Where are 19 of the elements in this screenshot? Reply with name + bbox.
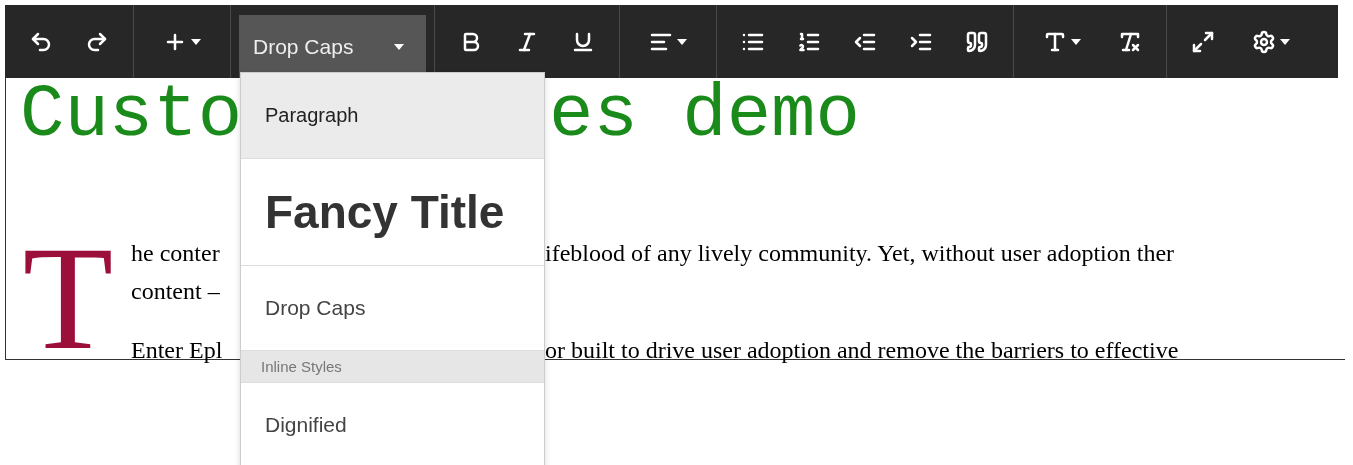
body-text: he conter [130,239,221,268]
fullscreen-icon [1191,29,1215,54]
heading-text: es demo [548,78,861,153]
caret-icon [1071,38,1081,45]
menu-section-header: Inline Styles [241,351,544,383]
caret-icon [191,38,201,45]
settings-icon [1252,29,1276,54]
menu-item[interactable]: Paragraph [241,73,544,159]
menu-item[interactable]: Drop Caps [241,266,544,351]
caret-icon [394,43,404,50]
menu-item[interactable]: Dignified [241,383,544,465]
body-text: ifeblood of any lively community. Yet, without user adoption ther [545,239,1176,268]
body-text: content – [130,277,221,307]
menu-item[interactable]: Fancy Title [241,159,544,266]
caret-icon [677,38,687,45]
style-dropdown[interactable]: Drop Caps [239,15,426,78]
quote-icon [965,29,989,54]
caret-icon [1280,38,1290,45]
heading-text: Custo [19,78,240,153]
